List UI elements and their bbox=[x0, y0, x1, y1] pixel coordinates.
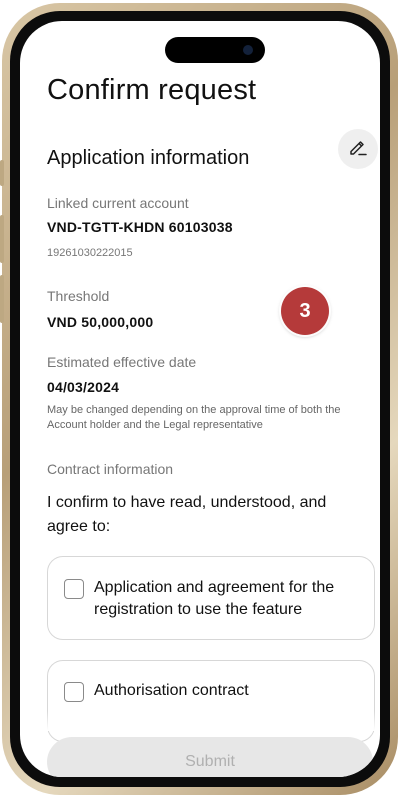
phone-frame: Confirm request Application information … bbox=[2, 3, 398, 795]
effective-date-value: 04/03/2024 bbox=[47, 379, 120, 395]
phone-side-button bbox=[0, 275, 4, 323]
contract-item-label: Authorisation contract bbox=[94, 682, 249, 699]
threshold-label: Threshold bbox=[47, 288, 110, 304]
dynamic-island bbox=[165, 37, 265, 63]
scroll-fade bbox=[20, 711, 380, 731]
page-title: Confirm request bbox=[47, 74, 257, 106]
linked-account-label: Linked current account bbox=[47, 195, 189, 211]
pencil-icon bbox=[348, 137, 368, 162]
section-title: Application information bbox=[47, 147, 250, 169]
threshold-value: VND 50,000,000 bbox=[47, 314, 154, 330]
linked-account-name: VND-TGTT-KHDN 60103038 bbox=[47, 219, 233, 235]
effective-date-label: Estimated effective date bbox=[47, 354, 197, 370]
camera-icon bbox=[243, 45, 253, 55]
contract-item-label: Application and agreement for the regist… bbox=[94, 579, 335, 618]
checkbox[interactable] bbox=[64, 579, 84, 599]
edit-button[interactable] bbox=[338, 129, 378, 169]
linked-account-number: 19261030222015 bbox=[47, 247, 133, 259]
confirm-request-page: Confirm request Application information … bbox=[20, 21, 380, 777]
checkbox[interactable] bbox=[64, 682, 84, 702]
step-badge: 3 bbox=[281, 287, 329, 335]
confirm-statement: I confirm to have read, understood, and … bbox=[47, 494, 327, 535]
phone-bezel: Confirm request Application information … bbox=[10, 11, 390, 787]
submit-button[interactable]: Submit bbox=[47, 737, 373, 777]
phone-side-button bbox=[0, 215, 4, 263]
phone-side-button bbox=[0, 160, 4, 186]
contract-info-label: Contract information bbox=[47, 461, 174, 477]
effective-date-note: May be changed depending on the approval… bbox=[47, 404, 341, 431]
contract-item-application[interactable]: Application and agreement for the regist… bbox=[47, 556, 375, 640]
app-screen: Confirm request Application information … bbox=[20, 21, 380, 777]
